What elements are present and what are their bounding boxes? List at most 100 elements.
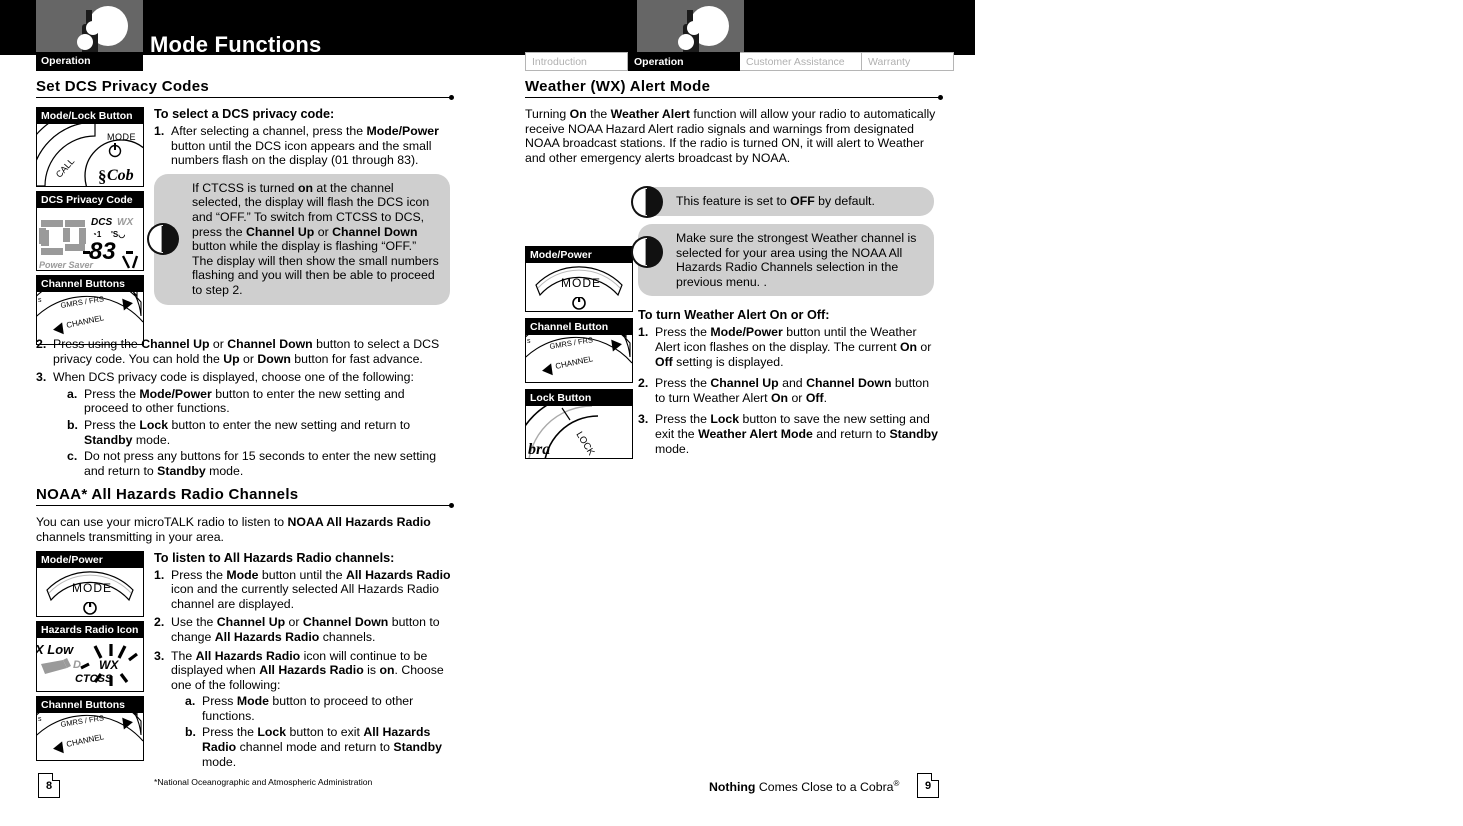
page-corner-fold-icon (52, 773, 60, 781)
figure-caption: DCS Privacy Code (37, 192, 143, 208)
t: Make sure the strongest Weather channel … (676, 230, 917, 289)
t: on (379, 663, 395, 678)
t: NOAA All Hazards Radio (287, 515, 431, 530)
t: Lock (710, 412, 740, 427)
sub-step-letter: b. (185, 725, 196, 740)
tab-warranty[interactable]: Warranty (862, 52, 954, 71)
mode-power-button-illustration: MODE (526, 262, 632, 311)
figure-hazards-radio-icon: Hazards Radio Icon X Low D WX CTCSS (36, 620, 144, 692)
power-note-icon (147, 223, 179, 256)
figure-caption: Channel Buttons (37, 696, 143, 713)
t: mode. (655, 441, 690, 456)
t: Press using the (53, 337, 142, 351)
t: Off (805, 390, 824, 405)
step-number: 1. (154, 567, 165, 582)
list-item: b. Press the Lock button to exit All Haz… (185, 725, 452, 769)
lcd-display-dcs-83-illustration: DCS WX ◔1 'S◡ 83 Power Saver (37, 208, 143, 270)
tab-operation[interactable]: Operation (628, 52, 740, 71)
mode-power-button-illustration: MODE (37, 567, 143, 616)
t: All Hazards Radio (214, 629, 320, 644)
brand-tagline: Nothing Comes Close to a Cobra® (709, 779, 899, 794)
heading-noaa-all-hazards: NOAA* All Hazards Radio Channels (36, 486, 299, 504)
list-item: 3. Press the Lock button to save the new… (638, 412, 941, 456)
t: by default. (814, 194, 875, 209)
t: or (917, 339, 932, 354)
note-strongest-channel-callout: Make sure the strongest Weather channel … (631, 223, 934, 297)
tab-introduction[interactable]: Introduction (525, 52, 628, 71)
t: Do not press any buttons for 15 seconds … (84, 449, 437, 478)
radio-dial-channel-arrows-illustration: GMRS / FRS CHANNEL s (526, 334, 632, 382)
svg-text:bra: bra (528, 441, 550, 458)
left-page-column: Set DCS Privacy Codes Mode/Lock Button M… (36, 78, 454, 789)
t: On (899, 339, 918, 354)
dcs-text-column: To select a DCS privacy code: 1. After s… (147, 107, 452, 305)
t: button to exit (286, 725, 364, 740)
note-text-7: button while the display is flashing “OF… (192, 239, 439, 297)
rule-dot-icon (449, 94, 454, 100)
figure-channel-buttons: Channel Buttons GMRS / FRS CHANNEL s (36, 275, 144, 345)
t: All Hazards Radio (195, 648, 301, 663)
step-number: 1. (638, 325, 649, 340)
noaa-sub-steps: a. Press Mode button to proceed to other… (185, 694, 452, 769)
list-item: 2. Press the Channel Up and Channel Down… (638, 376, 941, 405)
t: Mode (226, 567, 259, 582)
heading-set-dcs-privacy-codes: Set DCS Privacy Codes (36, 78, 210, 95)
weather-intro-paragraph: Turning On the Weather Alert function wi… (525, 107, 941, 165)
list-item: c. Do not press any buttons for 15 secon… (67, 449, 452, 478)
svg-text:MODE: MODE (72, 581, 112, 595)
step-number: 2. (638, 376, 649, 391)
step-number: 3. (154, 648, 165, 663)
power-note-icon (631, 235, 663, 268)
t: Press the (84, 417, 140, 432)
section-tabs: Introduction Operation Customer Assistan… (525, 52, 954, 71)
t: This feature is set to (676, 194, 791, 209)
svg-text:WX: WX (117, 217, 134, 228)
note-default-off-callout: This feature is set to OFF by default. (631, 185, 934, 218)
figure-caption: Mode/Power (37, 551, 143, 568)
t: channels transmitting in your area. (36, 529, 224, 544)
lcd-wx-ctcss-icon-illustration: X Low D WX CTCSS (37, 637, 143, 691)
t: Turning (525, 107, 570, 121)
radio-dial-lock-illustration: LOCK bra (526, 405, 632, 458)
page-number-text: 8 (45, 780, 53, 792)
t: Press the (171, 567, 227, 582)
t: button for fast advance. (290, 351, 423, 366)
step-number: 1. (154, 124, 165, 138)
figure-caption: Hazards Radio Icon (37, 621, 143, 638)
t: Press the (202, 725, 258, 740)
t: icon and the currently selected All Haza… (171, 582, 439, 611)
t: Standby (84, 432, 133, 447)
noaa-intro-paragraph: You can use your microTALK radio to list… (36, 515, 452, 544)
t: Press the (655, 325, 711, 340)
t: channel mode and return to (236, 740, 394, 755)
right-page-column: Weather (WX) Alert Mode Turning On the W… (525, 78, 943, 460)
page-corner-fold-icon (931, 773, 939, 781)
t: Channel Down (806, 376, 892, 391)
noaa-figure-column: Mode/Power MODE Hazards Radio Icon X Low… (36, 550, 144, 765)
svg-text:MODE: MODE (107, 132, 136, 142)
figure-caption: Lock Button (526, 389, 632, 406)
svg-text:§: § (98, 167, 107, 186)
list-item: 1. After selecting a channel, press the … (154, 124, 452, 168)
noaa-steps-list: 1. Press the Mode button until the All H… (154, 568, 452, 770)
figure-mode-power: Mode/Power MODE (525, 245, 633, 312)
registered-mark: ® (893, 779, 900, 788)
svg-text:X Low: X Low (37, 642, 74, 657)
t: Channel Up (710, 376, 779, 391)
list-item: a. Press the Mode/Power button to enter … (67, 387, 452, 416)
heading-rule (36, 94, 454, 101)
note-text-1: If CTCSS is turned (192, 180, 298, 195)
noaa-text-column: To listen to All Hazards Radio channels:… (154, 551, 452, 789)
t: Press the (655, 376, 711, 391)
svg-text:s: s (38, 297, 42, 304)
t: Up (223, 351, 240, 366)
step-number: 3. (36, 370, 47, 385)
radio-dial-channel-arrows-illustration: GMRS / FRS CHANNEL s (37, 712, 143, 760)
list-item: 1. Press the Mode/Power button until the… (638, 325, 941, 369)
t: mode. (132, 432, 171, 447)
page-number-left: 8 (38, 773, 60, 798)
rule-dot-icon (449, 503, 454, 509)
t: Press the (84, 386, 140, 401)
tab-customer-assistance[interactable]: Customer Assistance (740, 52, 862, 71)
step-number: 3. (638, 412, 649, 427)
